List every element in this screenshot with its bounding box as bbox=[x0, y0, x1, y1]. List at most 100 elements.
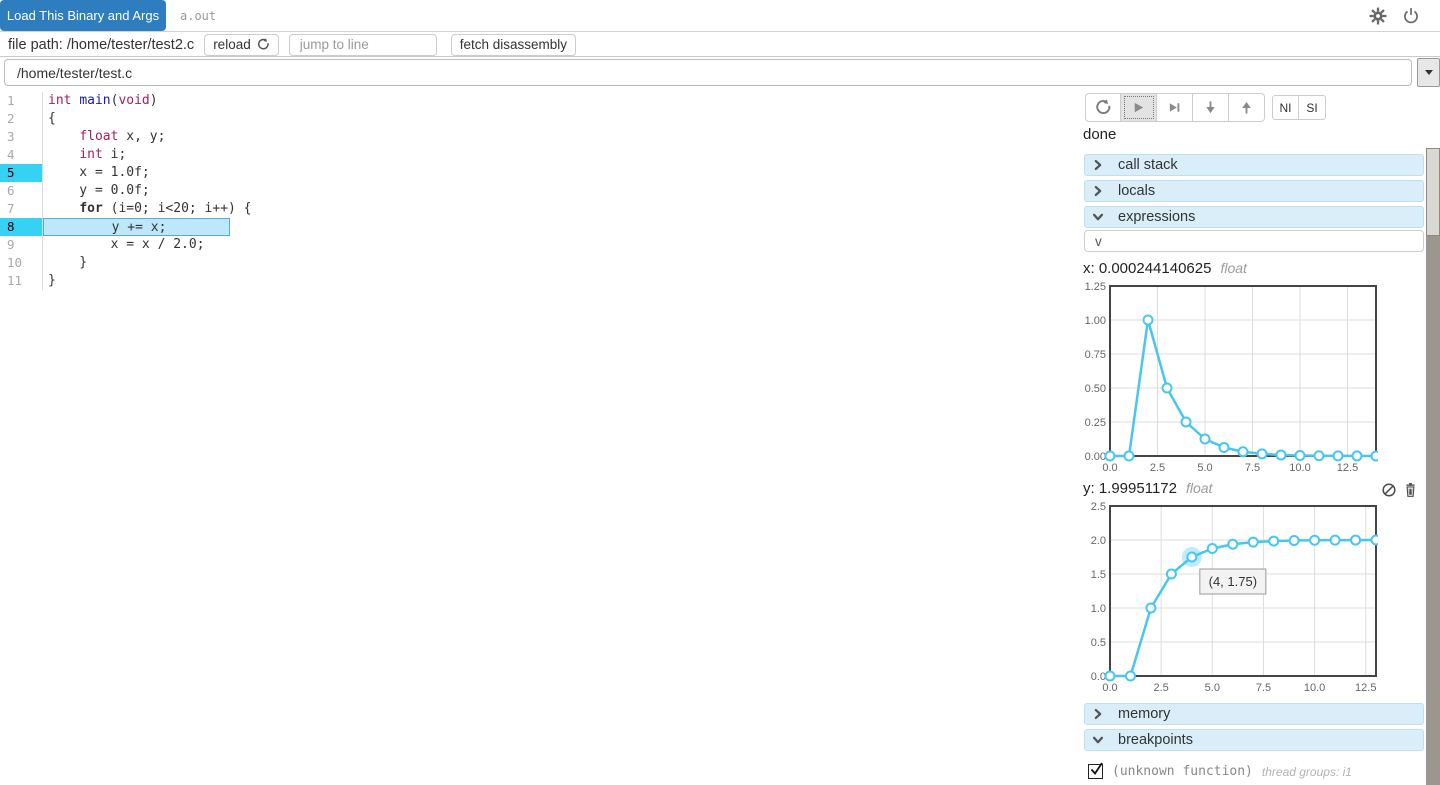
next-step-over-button[interactable] bbox=[1157, 93, 1193, 122]
refresh-icon bbox=[1095, 99, 1112, 116]
svg-text:7.5: 7.5 bbox=[1245, 462, 1260, 474]
svg-text:0.0: 0.0 bbox=[1102, 462, 1117, 474]
gutter-line-number[interactable]: 9 bbox=[0, 236, 43, 254]
step-out-button[interactable] bbox=[1229, 93, 1265, 122]
step-instruction-button[interactable]: SI bbox=[1299, 95, 1326, 120]
call-stack-label: call stack bbox=[1118, 157, 1178, 173]
code-line-text: y += x; bbox=[43, 218, 230, 236]
code-line: 2{ bbox=[0, 110, 1080, 128]
gutter-line-number[interactable]: 6 bbox=[0, 182, 43, 200]
svg-text:0.50: 0.50 bbox=[1085, 383, 1106, 395]
gutter-line-number[interactable]: 7 bbox=[0, 200, 43, 218]
code-line-text: { bbox=[48, 111, 56, 126]
locals-section-header[interactable]: locals bbox=[1084, 180, 1424, 202]
svg-text:0.75: 0.75 bbox=[1085, 349, 1106, 361]
code-line-text: } bbox=[48, 273, 56, 288]
breakpoints-label: breakpoints bbox=[1118, 732, 1193, 748]
step-over-icon bbox=[1167, 100, 1182, 115]
expression-y-actions bbox=[1381, 482, 1418, 498]
y-history-chart[interactable]: 0.0 2.5 5.0 7.5 10.0 12.5 0.0 0.5 1.0 1.5 2.0 2.5 (4… bbox=[1080, 502, 1378, 694]
breakpoint-checkbox[interactable] bbox=[1088, 762, 1103, 779]
play-icon bbox=[1131, 100, 1146, 115]
svg-text:2.0: 2.0 bbox=[1091, 535, 1106, 547]
svg-text:2.5: 2.5 bbox=[1091, 502, 1106, 513]
load-binary-button[interactable]: Load This Binary and Args bbox=[0, 0, 166, 31]
memory-section-header[interactable]: memory bbox=[1084, 703, 1424, 725]
svg-text:12.5: 12.5 bbox=[1337, 462, 1358, 474]
chevron-down-icon bbox=[1091, 210, 1105, 224]
clear-plot-ban-icon[interactable] bbox=[1381, 482, 1397, 498]
svg-text:1.5: 1.5 bbox=[1091, 569, 1106, 581]
breakpoint-row: (unknown function) thread groups: i1 bbox=[1088, 762, 1352, 779]
code-line: 5 x = 1.0f; bbox=[0, 164, 1080, 182]
svg-text:1.0: 1.0 bbox=[1091, 603, 1106, 615]
binary-args-input[interactable] bbox=[166, 0, 1369, 31]
expressions-label: expressions bbox=[1118, 209, 1196, 225]
expression-y-type: float bbox=[1185, 480, 1213, 496]
chevron-right-icon bbox=[1091, 707, 1105, 721]
svg-text:0.0: 0.0 bbox=[1102, 682, 1117, 694]
power-icon[interactable] bbox=[1402, 7, 1420, 25]
expression-input[interactable] bbox=[1084, 230, 1424, 252]
debug-controls: NI SI bbox=[1085, 93, 1326, 122]
svg-text:0.00: 0.00 bbox=[1085, 451, 1106, 463]
run-restart-button[interactable] bbox=[1085, 93, 1121, 122]
expression-x-value: x: 0.000244140625 bbox=[1083, 260, 1212, 277]
source-select-row bbox=[0, 57, 1440, 88]
gutter-line-number[interactable]: 10 bbox=[0, 254, 43, 272]
code-line-text: } bbox=[48, 255, 88, 270]
step-button-group bbox=[1085, 93, 1265, 122]
x-history-chart[interactable]: 0.0 2.5 5.0 7.5 10.0 12.5 0.00 0.25 0.50 0.75 1.00… bbox=[1080, 282, 1378, 474]
next-instruction-button[interactable]: NI bbox=[1272, 95, 1299, 120]
file-path-label: file path: /home/tester/test2.c bbox=[8, 36, 195, 53]
settings-gear-icon[interactable] bbox=[1369, 7, 1387, 25]
svg-text:5.0: 5.0 bbox=[1205, 682, 1220, 694]
toolbar-icons bbox=[1369, 0, 1440, 31]
breakpoint-function-label: (unknown function) bbox=[1112, 764, 1253, 779]
debug-panel: NI SI done call stack locals expressions… bbox=[1080, 88, 1440, 785]
panel-scrollbar-thumb[interactable] bbox=[1426, 148, 1440, 236]
expressions-section-header[interactable]: expressions bbox=[1084, 206, 1424, 228]
code-line-text: x = 1.0f; bbox=[48, 165, 150, 180]
svg-text:1.00: 1.00 bbox=[1085, 315, 1106, 327]
gutter-line-number[interactable]: 5 bbox=[0, 164, 43, 182]
delete-expression-trash-icon[interactable] bbox=[1403, 482, 1418, 498]
svg-text:1.25: 1.25 bbox=[1085, 282, 1106, 293]
chevron-right-icon bbox=[1091, 184, 1105, 198]
fetch-disassembly-button[interactable]: fetch disassembly bbox=[450, 33, 577, 56]
expression-y-label: y: 1.99951172 float bbox=[1083, 480, 1212, 497]
source-file-dropdown-button[interactable] bbox=[1417, 58, 1440, 87]
jump-to-line-input[interactable] bbox=[288, 33, 437, 56]
source-file-input[interactable] bbox=[4, 59, 1412, 86]
gutter-line-number[interactable]: 11 bbox=[0, 272, 43, 290]
step-into-button[interactable] bbox=[1193, 93, 1229, 122]
expression-y-value: y: 1.99951172 bbox=[1083, 480, 1177, 497]
svg-text:0.25: 0.25 bbox=[1085, 417, 1106, 429]
code-line-text: float x, y; bbox=[79, 129, 166, 144]
code-lines: 1 int main(void) 2{3 float x, y; 4 int i; 5 … bbox=[0, 92, 1080, 290]
code-line: 11} bbox=[0, 272, 1080, 290]
gutter-line-number[interactable]: 8 bbox=[0, 218, 43, 236]
file-bar: file path: /home/tester/test2.c reload f… bbox=[0, 33, 1440, 57]
top-toolbar: Load This Binary and Args bbox=[0, 0, 1440, 32]
refresh-icon bbox=[257, 38, 270, 51]
reload-button[interactable]: reload bbox=[204, 33, 279, 56]
current-line-highlight: y += x; bbox=[43, 218, 230, 236]
memory-label: memory bbox=[1118, 706, 1171, 722]
code-line: 10 } bbox=[0, 254, 1080, 272]
gutter-line-number[interactable]: 3 bbox=[0, 128, 43, 146]
checkbox-check-icon bbox=[1090, 762, 1103, 775]
code-line: 9 x = x / 2.0; bbox=[0, 236, 1080, 254]
chevron-down-icon bbox=[1091, 733, 1105, 747]
gutter-line-number[interactable]: 2 bbox=[0, 110, 43, 128]
svg-text:12.5: 12.5 bbox=[1355, 682, 1376, 694]
instruction-button-group: NI SI bbox=[1272, 95, 1326, 120]
svg-text:0.5: 0.5 bbox=[1091, 637, 1106, 649]
code-line-text: y = 0.0f; bbox=[48, 183, 150, 198]
gutter-line-number[interactable]: 4 bbox=[0, 146, 43, 164]
panel-scrollbar-track[interactable] bbox=[1426, 148, 1440, 785]
gutter-line-number[interactable]: 1 bbox=[0, 92, 43, 110]
continue-button[interactable] bbox=[1121, 93, 1157, 122]
breakpoints-section-header[interactable]: breakpoints bbox=[1084, 729, 1424, 751]
call-stack-section-header[interactable]: call stack bbox=[1084, 154, 1424, 176]
